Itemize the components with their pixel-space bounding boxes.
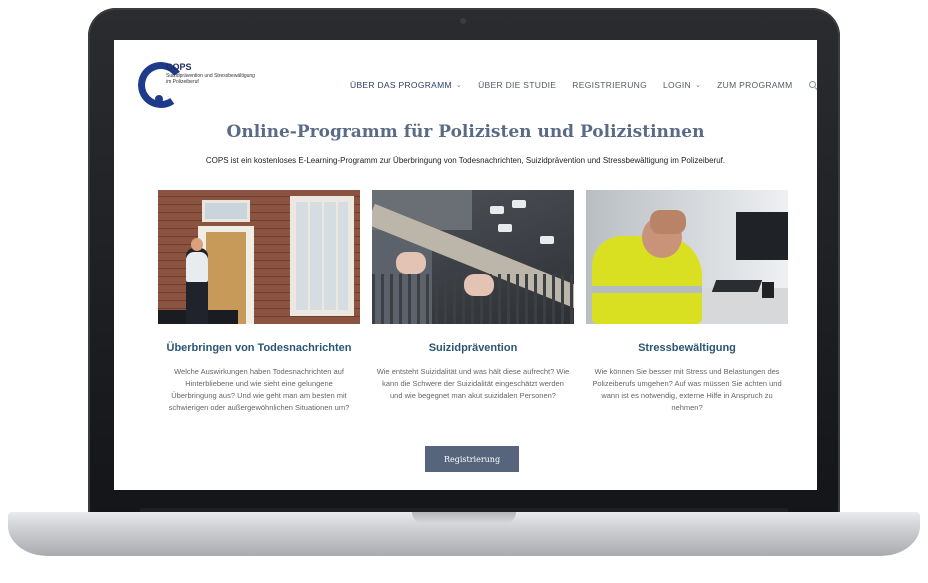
card-title[interactable]: Stressbewältigung <box>586 342 788 354</box>
nav-item-registrierung[interactable]: REGISTRIERUNG <box>572 80 647 90</box>
cops-logo[interactable]: COPS Suizidprävention und Stressbewältig… <box>134 58 258 112</box>
laptop-screen: COPS Suizidprävention und Stressbewältig… <box>114 40 817 490</box>
nav-item-ueber-die-studie[interactable]: ÜBER DIE STUDIE <box>478 80 556 90</box>
nav-item-label: REGISTRIERUNG <box>572 80 648 90</box>
page-intro: COPS ist ein kostenloses E-Learning-Prog… <box>205 156 726 165</box>
nav-item-ueber-das-programm[interactable]: ÜBER DAS PROGRAMM ⌄ <box>350 80 462 90</box>
webcam <box>460 18 466 24</box>
logo-title: COPS <box>166 62 192 72</box>
main-nav: ÜBER DAS PROGRAMM ⌄ ÜBER DIE STUDIE REGI… <box>350 80 817 91</box>
nav-item-label: ZUM PROGRAMM <box>717 80 793 90</box>
card-title[interactable]: Überbringen von Todesnachrichten <box>158 342 360 354</box>
laptop-base <box>8 512 920 556</box>
feature-cards: Überbringen von Todesnachrichten Welche … <box>158 190 788 430</box>
card-image-stressed-officer[interactable] <box>586 190 788 324</box>
nav-item-zum-programm[interactable]: ZUM PROGRAMM <box>717 80 792 90</box>
card-title[interactable]: Suizidprävention <box>372 342 574 354</box>
nav-item-label: ÜBER DAS PROGRAMM <box>350 80 452 90</box>
card-todesnachrichten: Überbringen von Todesnachrichten Welche … <box>158 190 360 414</box>
card-image-bridge-railing[interactable] <box>372 190 574 324</box>
search-icon[interactable] <box>808 80 817 91</box>
logo-dot-icon <box>155 95 163 103</box>
chevron-down-icon: ⌄ <box>694 82 702 89</box>
card-image-police-at-door[interactable] <box>158 190 360 324</box>
card-text: Welche Auswirkungen haben Todesnachricht… <box>168 367 350 412</box>
card-suizidpraevention: Suizidprävention Wie entsteht Suizidalit… <box>372 190 574 402</box>
logo-subtitle: Suizidprävention und Stressbewältigung i… <box>166 73 255 85</box>
page-title: Online-Programm für Polizisten und Poliz… <box>226 122 705 142</box>
card-text: Wie können Sie besser mit Stress und Bel… <box>592 367 782 412</box>
chevron-down-icon: ⌄ <box>455 82 463 89</box>
card-stressbewaeltigung: Stressbewältigung Wie können Sie besser … <box>586 190 788 414</box>
nav-item-label: ÜBER DIE STUDIE <box>478 80 557 90</box>
laptop-lid: COPS Suizidprävention und Stressbewältig… <box>88 8 840 517</box>
nav-item-label: LOGIN <box>663 80 691 90</box>
registrierung-button[interactable]: Registrierung <box>425 446 519 472</box>
nav-item-login[interactable]: LOGIN ⌄ <box>663 80 701 90</box>
site-header: COPS Suizidprävention und Stressbewältig… <box>114 40 817 120</box>
laptop-opening-notch <box>412 512 516 524</box>
card-text: Wie entsteht Suizidalität und was hält d… <box>376 367 570 400</box>
